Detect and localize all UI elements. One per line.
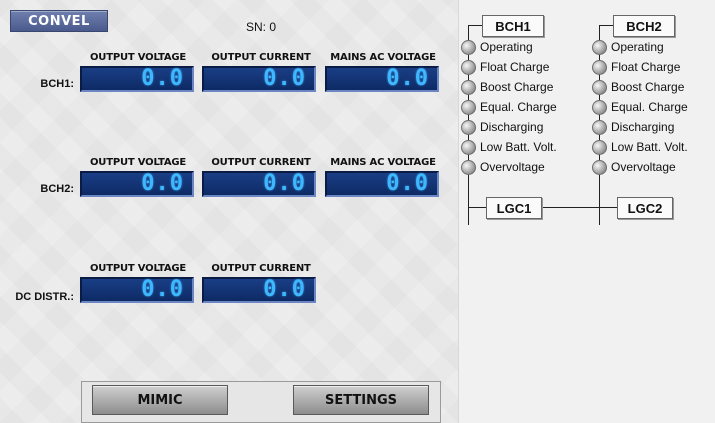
dc-output-voltage-value: 0.0: [141, 277, 184, 302]
bch2-output-current-label: OUTPUT CURRENT: [211, 157, 311, 168]
bch2-output-voltage-value: 0.0: [141, 171, 184, 196]
bch1-overvoltage-label: Overvoltage: [480, 160, 545, 174]
led-icon: [461, 139, 476, 155]
bch1-mains-ac-voltage-label: MAINS AC VOLTAGE: [330, 52, 436, 63]
bch1-boost-charge-label: Boost Charge: [480, 80, 554, 94]
bch1-status-title: BCH1: [482, 15, 544, 37]
bch2-float-charge-label: Float Charge: [611, 60, 681, 74]
bch2-mains-ac-voltage-display: 0.0: [325, 171, 439, 197]
bch1-low-batt-label: Low Batt. Volt.: [480, 140, 557, 154]
bch2-output-current-value: 0.0: [263, 171, 306, 196]
bch2-low-batt-indicator: Low Batt. Volt.: [592, 139, 688, 155]
dc-output-voltage-display: 0.0: [80, 277, 194, 303]
bch2-operating-indicator: Operating: [592, 39, 664, 55]
dc-output-voltage-label: OUTPUT VOLTAGE: [90, 263, 186, 274]
bch1-output-current-value: 0.0: [263, 66, 306, 91]
lgc1-connector-vertical: [468, 180, 469, 225]
led-icon: [592, 119, 607, 135]
bch2-discharging-indicator: Discharging: [592, 119, 674, 135]
bch2-discharging-label: Discharging: [611, 120, 675, 134]
bch2-boost-charge-indicator: Boost Charge: [592, 79, 684, 95]
bch2-overvoltage-indicator: Overvoltage: [592, 159, 676, 175]
led-icon: [592, 79, 607, 95]
bch1-low-batt-indicator: Low Batt. Volt.: [461, 139, 557, 155]
bch2-mains-ac-voltage-value: 0.0: [386, 171, 429, 196]
bch2-overvoltage-label: Overvoltage: [611, 160, 676, 174]
bch1-connector-top: [468, 25, 482, 26]
led-icon: [461, 159, 476, 175]
bch2-output-current-display: 0.0: [202, 171, 316, 197]
bch1-discharging-indicator: Discharging: [461, 119, 543, 135]
bch1-boost-charge-indicator: Boost Charge: [461, 79, 553, 95]
bch1-output-current-label: OUTPUT CURRENT: [211, 52, 311, 63]
bch2-connector-top: [599, 25, 613, 26]
bch1-mains-ac-voltage-display: 0.0: [325, 66, 439, 92]
mimic-button[interactable]: MIMIC: [92, 385, 228, 415]
led-icon: [461, 79, 476, 95]
lgc1-box: LGC1: [486, 197, 542, 219]
bch1-output-voltage-value: 0.0: [141, 66, 184, 91]
bch2-equal-charge-indicator: Equal. Charge: [592, 99, 688, 115]
lgc2-box: LGC2: [617, 197, 673, 219]
bch1-float-charge-indicator: Float Charge: [461, 59, 549, 75]
bch2-low-batt-label: Low Batt. Volt.: [611, 140, 688, 154]
bch1-equal-charge-indicator: Equal. Charge: [461, 99, 557, 115]
dc-output-current-display: 0.0: [202, 277, 316, 303]
bch1-row-label: BCH1:: [40, 78, 74, 90]
bch2-float-charge-indicator: Float Charge: [592, 59, 680, 75]
led-icon: [461, 39, 476, 55]
led-icon: [592, 139, 607, 155]
bch2-mains-ac-voltage-label: MAINS AC VOLTAGE: [330, 157, 436, 168]
bch1-overvoltage-indicator: Overvoltage: [461, 159, 545, 175]
bch1-output-voltage-display: 0.0: [80, 66, 194, 92]
bch1-operating-label: Operating: [480, 40, 533, 54]
led-icon: [592, 59, 607, 75]
bch1-output-current-display: 0.0: [202, 66, 316, 92]
bch2-boost-charge-label: Boost Charge: [611, 80, 685, 94]
bch1-output-voltage-label: OUTPUT VOLTAGE: [90, 52, 186, 63]
led-icon: [592, 39, 607, 55]
dc-output-current-label: OUTPUT CURRENT: [211, 263, 311, 274]
led-icon: [592, 159, 607, 175]
dc-output-current-value: 0.0: [263, 277, 306, 302]
logo: CONVEL: [10, 10, 108, 32]
lgc1-connector-left: [468, 207, 486, 208]
lgc-link-line: [541, 207, 617, 208]
serial-number: SN: 0: [246, 20, 277, 34]
bch1-float-charge-label: Float Charge: [480, 60, 550, 74]
bch2-equal-charge-label: Equal. Charge: [611, 100, 688, 114]
led-icon: [461, 59, 476, 75]
bch1-operating-indicator: Operating: [461, 39, 533, 55]
settings-button[interactable]: SETTINGS: [293, 385, 429, 415]
bch2-status-title: BCH2: [613, 15, 675, 37]
lgc2-connector-vertical: [599, 180, 600, 225]
dc-row-label: DC DISTR.:: [15, 291, 74, 303]
bch2-operating-label: Operating: [611, 40, 664, 54]
bch1-mains-ac-voltage-value: 0.0: [386, 66, 429, 91]
bch2-output-voltage-display: 0.0: [80, 171, 194, 197]
led-icon: [592, 99, 607, 115]
bch2-row-label: BCH2:: [40, 183, 74, 195]
bch1-equal-charge-label: Equal. Charge: [480, 100, 557, 114]
led-icon: [461, 99, 476, 115]
bch1-discharging-label: Discharging: [480, 120, 544, 134]
bch2-output-voltage-label: OUTPUT VOLTAGE: [90, 157, 186, 168]
led-icon: [461, 119, 476, 135]
